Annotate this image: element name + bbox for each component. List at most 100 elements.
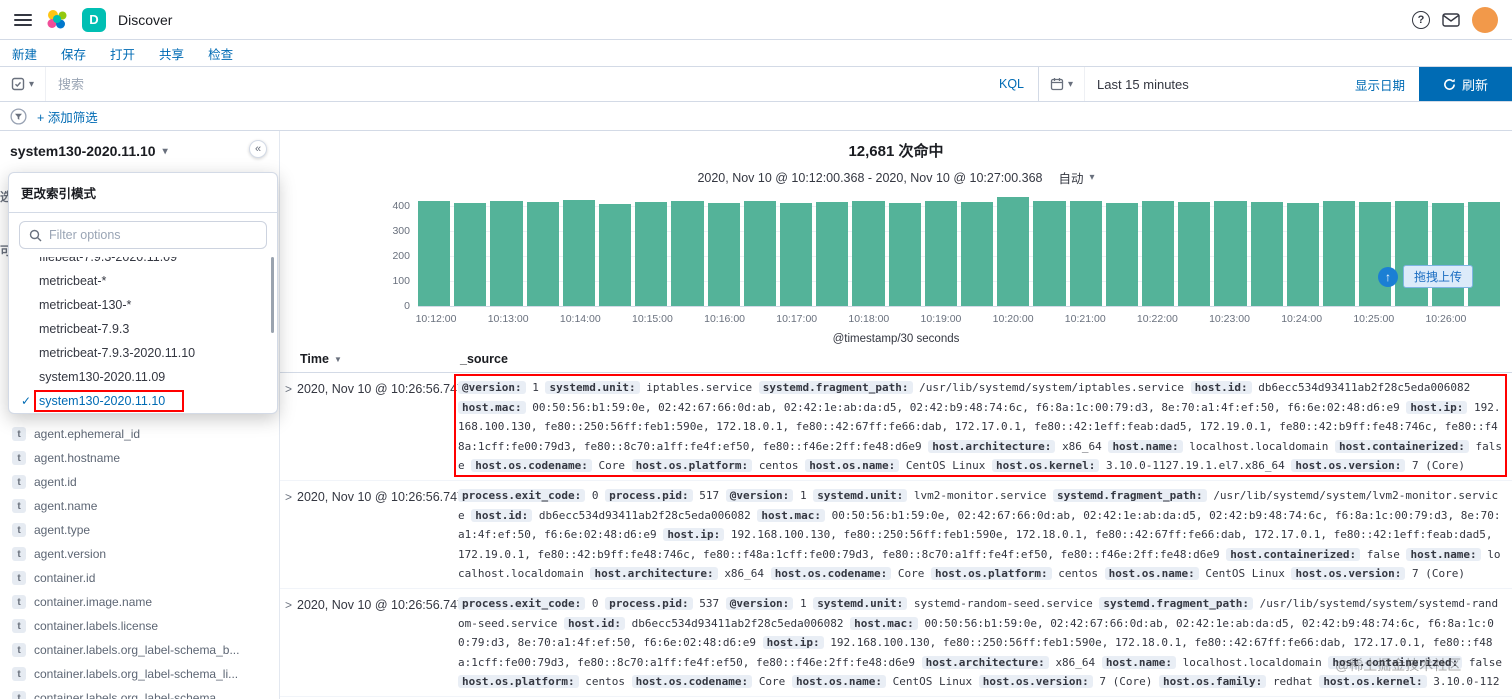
user-avatar[interactable] (1472, 6, 1498, 33)
histogram-bar[interactable] (418, 201, 451, 307)
doc-source-cell[interactable]: process.exit_code: 0 process.pid: 517 @v… (458, 486, 1504, 585)
histogram-chart: 0 100 200 300 400 10:12:00 10:13:00 10:14:00 10… (388, 191, 1501, 341)
index-pattern-option[interactable]: metricbeat-* (9, 269, 277, 293)
histogram-bar[interactable] (1214, 200, 1247, 307)
menu-icon[interactable] (14, 13, 32, 26)
refresh-button[interactable]: 刷新 (1419, 67, 1512, 101)
histogram-bar[interactable] (635, 201, 668, 307)
toolbar-link-save[interactable]: 保存 (61, 44, 86, 63)
histogram-bar[interactable] (490, 200, 523, 307)
space-badge[interactable]: D (82, 7, 106, 32)
field-value: 0 (591, 597, 599, 610)
index-pattern-option[interactable]: ✓ system130-2020.11.10 (9, 389, 277, 413)
index-pattern-option[interactable]: metricbeat-130-* (9, 293, 277, 317)
x-axis-tick-label: 10:21:00 (1064, 313, 1106, 325)
histogram-bar[interactable] (1323, 200, 1356, 307)
field-value: x86_64 (1062, 439, 1102, 453)
histogram-bar[interactable] (671, 200, 704, 307)
index-pattern-option[interactable]: system130-2020.11.09 (9, 365, 277, 389)
index-pattern-option[interactable]: metricbeat-7.9.3-2020.11.10 (9, 341, 277, 365)
help-icon[interactable]: ? (1412, 10, 1430, 29)
histogram-bar[interactable] (852, 200, 885, 307)
doc-source-cell[interactable]: process.exit_code: 0 process.pid: 537 @v… (458, 594, 1504, 693)
sidebar-field-item[interactable]: t agent.type (0, 518, 279, 542)
toolbar-link-share[interactable]: 共享 (159, 44, 184, 63)
histogram-bar[interactable] (816, 201, 849, 307)
histogram-bar[interactable] (1286, 202, 1320, 307)
doc-time-cell[interactable]: 2020, Nov 10 @ 10:26:56.747 (297, 382, 464, 396)
kql-toggle[interactable]: KQL (985, 77, 1038, 91)
show-dates-link[interactable]: 显示日期 (1355, 75, 1419, 94)
filter-settings-icon[interactable] (10, 107, 27, 125)
histogram-bar[interactable] (924, 201, 958, 307)
sidebar-field-item[interactable]: t agent.version (0, 542, 279, 566)
histogram-bar[interactable] (888, 203, 921, 307)
histogram-bar[interactable] (743, 201, 777, 307)
histogram-bar[interactable] (961, 202, 994, 307)
kibana-discover-page: D Discover ? 新建 保存 打开 共享 检查 ▾ KQL (0, 0, 1512, 699)
histogram-bar[interactable] (1033, 201, 1066, 307)
histogram-bar[interactable] (1250, 201, 1283, 307)
drag-upload-label[interactable]: 拖拽上传 (1403, 265, 1474, 288)
refresh-button-label: 刷新 (1461, 77, 1488, 93)
doc-source-cell[interactable]: @version: 1 systemd.unit: iptables.servi… (458, 378, 1504, 477)
interval-select[interactable]: 自动 ▾ (1059, 168, 1095, 187)
mail-icon[interactable] (1442, 12, 1460, 27)
sidebar-field-item[interactable]: t agent.id (0, 470, 279, 494)
expand-row-icon[interactable]: > (285, 382, 292, 396)
histogram-bar[interactable] (1395, 201, 1428, 307)
sidebar-field-item[interactable]: t agent.name (0, 494, 279, 518)
doc-time-cell[interactable]: 2020, Nov 10 @ 10:26:56.747 (297, 598, 464, 612)
histogram-bar[interactable] (599, 203, 632, 307)
index-pattern-option[interactable]: filebeat-7.9.3-2020.11.09 (9, 257, 277, 269)
histogram-bar[interactable] (1431, 203, 1464, 307)
sidebar-field-item[interactable]: t container.labels.org_label-schema_... (0, 686, 279, 699)
table-row: >2020, Nov 10 @ 10:26:56.747 process.exit… (280, 481, 1512, 589)
histogram-bar[interactable] (997, 197, 1030, 307)
sidebar-field-item[interactable]: t container.labels.license (0, 614, 279, 638)
sidebar-field-item[interactable]: t container.image.name (0, 590, 279, 614)
popover-scrollbar[interactable] (271, 257, 274, 333)
saved-query-menu-button[interactable]: ▾ (0, 67, 46, 101)
time-range-value[interactable]: Last 15 minutes (1085, 77, 1355, 92)
sidebar-field-item[interactable]: t agent.ephemeral_id (0, 422, 279, 446)
histogram-bar[interactable] (454, 203, 487, 307)
toolbar-link-open[interactable]: 打开 (110, 44, 135, 63)
sidebar-field-item[interactable]: t container.labels.org_label-schema_li... (0, 662, 279, 686)
toolbar-link-new[interactable]: 新建 (12, 44, 37, 63)
sidebar-field-item[interactable]: t container.id (0, 566, 279, 590)
doc-time-cell[interactable]: 2020, Nov 10 @ 10:26:56.747 (297, 490, 464, 504)
expand-row-icon[interactable]: > (285, 490, 292, 504)
field-name: agent.ephemeral_id (34, 427, 141, 441)
sidebar-field-item[interactable]: t agent.hostname (0, 446, 279, 470)
index-pattern-option[interactable]: metricbeat-7.9.3 (9, 317, 277, 341)
index-pattern-selector[interactable]: system130-2020.11.10 ▾ (0, 131, 279, 159)
expand-row-icon[interactable]: > (285, 598, 292, 612)
search-input[interactable] (46, 67, 985, 101)
histogram-bar[interactable] (1142, 201, 1175, 307)
column-header-time[interactable]: Time ▼ (300, 352, 342, 366)
histogram-bar[interactable] (526, 202, 559, 307)
x-axis-tick-label: 10:24:00 (1281, 313, 1323, 325)
histogram-bar[interactable] (707, 202, 740, 307)
field-value: 7 (Core) (1412, 459, 1465, 472)
histogram-bar[interactable] (1178, 202, 1211, 307)
popover-search-box (19, 221, 267, 249)
add-filter-link[interactable]: + 添加筛选 (37, 107, 98, 126)
filter-options-input[interactable] (49, 228, 257, 242)
histogram-bar[interactable] (1359, 202, 1392, 307)
drag-upload-icon[interactable]: ↑ (1378, 266, 1398, 287)
sidebar-field-item[interactable]: t container.labels.org_label-schema_b... (0, 638, 279, 662)
chart-bars (418, 195, 1501, 307)
histogram-bar[interactable] (1467, 201, 1501, 307)
toolbar-link-inspect[interactable]: 检查 (208, 44, 233, 63)
histogram-bar[interactable] (1069, 200, 1102, 307)
calendar-menu-button[interactable]: ▾ (1039, 67, 1085, 101)
collapse-sidebar-icon[interactable]: « (249, 140, 267, 158)
histogram-bar[interactable] (1105, 202, 1139, 307)
chart-plot (418, 195, 1501, 307)
histogram-bar[interactable] (562, 200, 596, 307)
field-key: host.mac: (850, 616, 918, 630)
field-key: systemd.unit: (545, 381, 640, 394)
histogram-bar[interactable] (780, 202, 813, 307)
